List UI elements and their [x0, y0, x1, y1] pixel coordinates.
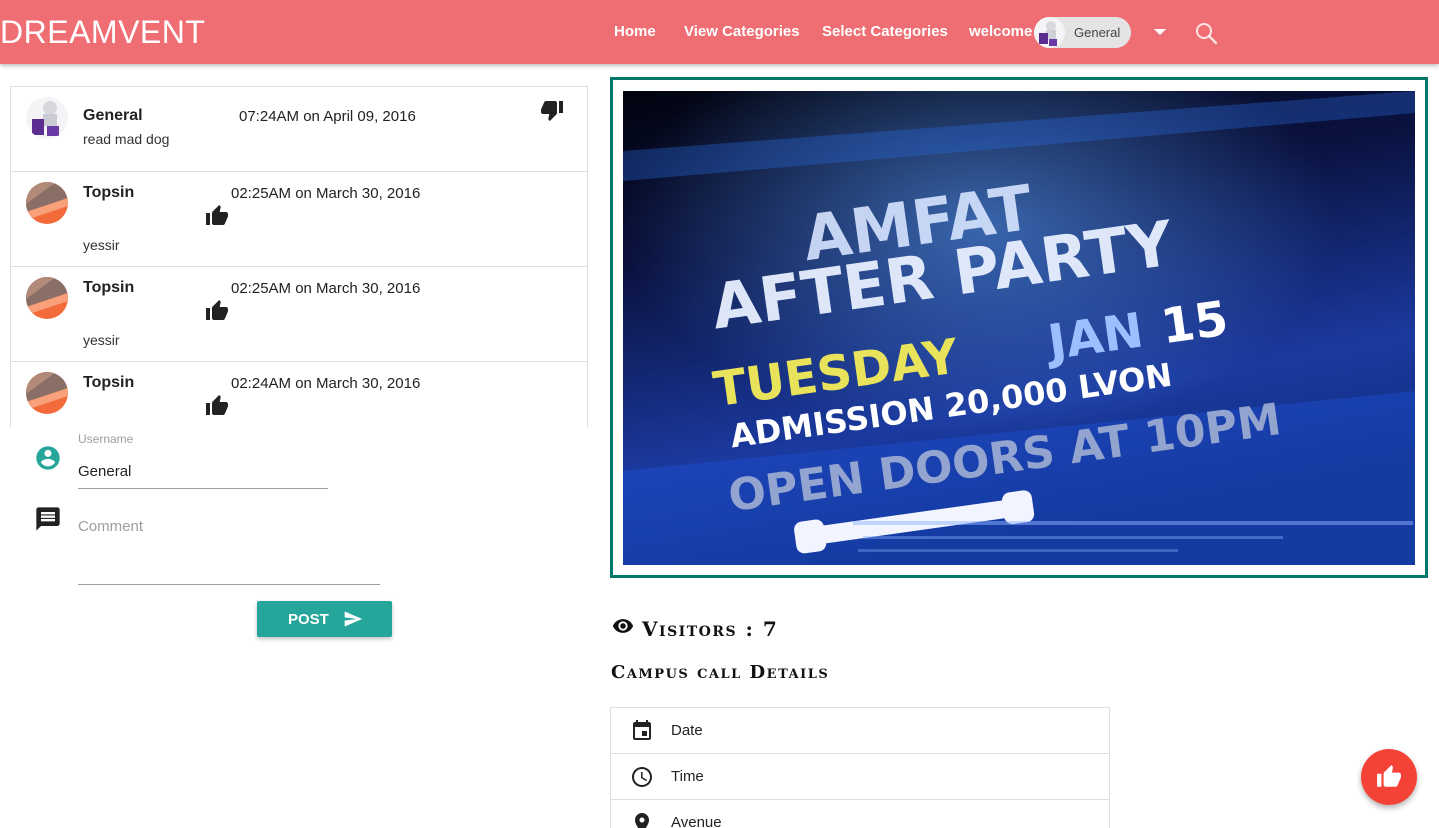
- welcome-text: welcome: [969, 23, 1033, 40]
- comment-timestamp: 02:25AM on March 30, 2016: [231, 185, 421, 202]
- comment-text: read mad dog: [83, 131, 170, 147]
- event-poster-frame: AMFAT AFTER PARTY TUESDAY JAN 15 ADMISSI…: [610, 77, 1428, 578]
- comment-timestamp: 02:25AM on March 30, 2016: [231, 280, 421, 297]
- detail-item-date[interactable]: Date: [611, 708, 1109, 754]
- poster-date: 15: [1158, 291, 1232, 356]
- thumb-up-icon[interactable]: [205, 394, 229, 418]
- visitors-label: Visitors : 7: [642, 617, 779, 641]
- nav-link-view-categories[interactable]: View Categories: [684, 22, 800, 42]
- detail-item-avenue[interactable]: Avenue: [611, 800, 1109, 828]
- event-poster-image[interactable]: AMFAT AFTER PARTY TUESDAY JAN 15 ADMISSI…: [623, 91, 1415, 565]
- commenter-name: Topsin: [83, 279, 135, 296]
- comment-icon: [36, 507, 60, 531]
- nav-link-select-categories[interactable]: Select Categories: [822, 22, 948, 42]
- username-label: Username: [78, 432, 134, 446]
- detail-label: Avenue: [671, 814, 722, 828]
- eye-icon: [612, 619, 634, 633]
- commenter-avatar: [26, 182, 68, 224]
- comment-item: Topsin 02:24AM on March 30, 2016: [11, 362, 587, 428]
- commenter-avatar: [26, 97, 68, 139]
- like-fab-button[interactable]: [1361, 749, 1417, 805]
- comment-timestamp: 02:24AM on March 30, 2016: [231, 375, 421, 392]
- commenter-name: Topsin: [83, 184, 135, 201]
- detail-label: Time: [671, 768, 704, 785]
- dropdown-caret-icon[interactable]: [1154, 29, 1166, 35]
- commenter-name: General: [83, 107, 143, 124]
- top-navbar: DREAMVENT Home View Categories Select Ca…: [0, 0, 1439, 64]
- user-chip-label: General: [1074, 25, 1121, 40]
- location-pin-icon: [635, 813, 649, 828]
- commenter-name: Topsin: [83, 374, 135, 391]
- comment-item: Topsin 02:25AM on March 30, 2016 yessir: [11, 267, 587, 362]
- thumb-down-icon[interactable]: [540, 98, 564, 122]
- comment-item: General 07:24AM on April 09, 2016 read m…: [11, 87, 587, 172]
- detail-label: Date: [671, 722, 703, 739]
- account-circle-icon: [36, 446, 60, 470]
- post-button-label: POST: [288, 611, 329, 628]
- thumb-up-icon: [1377, 765, 1401, 787]
- post-button[interactable]: POST: [257, 601, 392, 637]
- comment-input[interactable]: [78, 515, 380, 585]
- commenter-avatar: [26, 277, 68, 319]
- user-chip[interactable]: General: [1034, 17, 1131, 48]
- comment-text: yessir: [83, 237, 120, 253]
- comments-list: General 07:24AM on April 09, 2016 read m…: [10, 86, 588, 428]
- detail-item-time[interactable]: Time: [611, 754, 1109, 800]
- comment-item: Topsin 02:25AM on March 30, 2016 yessir: [11, 172, 587, 267]
- calendar-icon: [633, 720, 651, 740]
- comment-timestamp: 07:24AM on April 09, 2016: [239, 108, 416, 125]
- details-heading: Campus call Details: [611, 662, 830, 683]
- search-icon[interactable]: [1194, 21, 1218, 45]
- thumb-up-icon[interactable]: [205, 204, 229, 228]
- username-input[interactable]: [78, 455, 328, 489]
- brand-logo[interactable]: DREAMVENT: [0, 12, 205, 52]
- nav-link-home[interactable]: Home: [614, 22, 656, 42]
- event-details-list: Date Time Avenue: [610, 707, 1110, 828]
- poster-graphic: AMFAT AFTER PARTY TUESDAY JAN 15 ADMISSI…: [623, 91, 1415, 565]
- user-avatar: [1034, 17, 1065, 48]
- send-icon: [344, 611, 363, 627]
- clock-icon: [632, 767, 652, 787]
- thumb-up-icon[interactable]: [205, 299, 229, 323]
- commenter-avatar: [26, 372, 68, 414]
- comment-text: yessir: [83, 332, 120, 348]
